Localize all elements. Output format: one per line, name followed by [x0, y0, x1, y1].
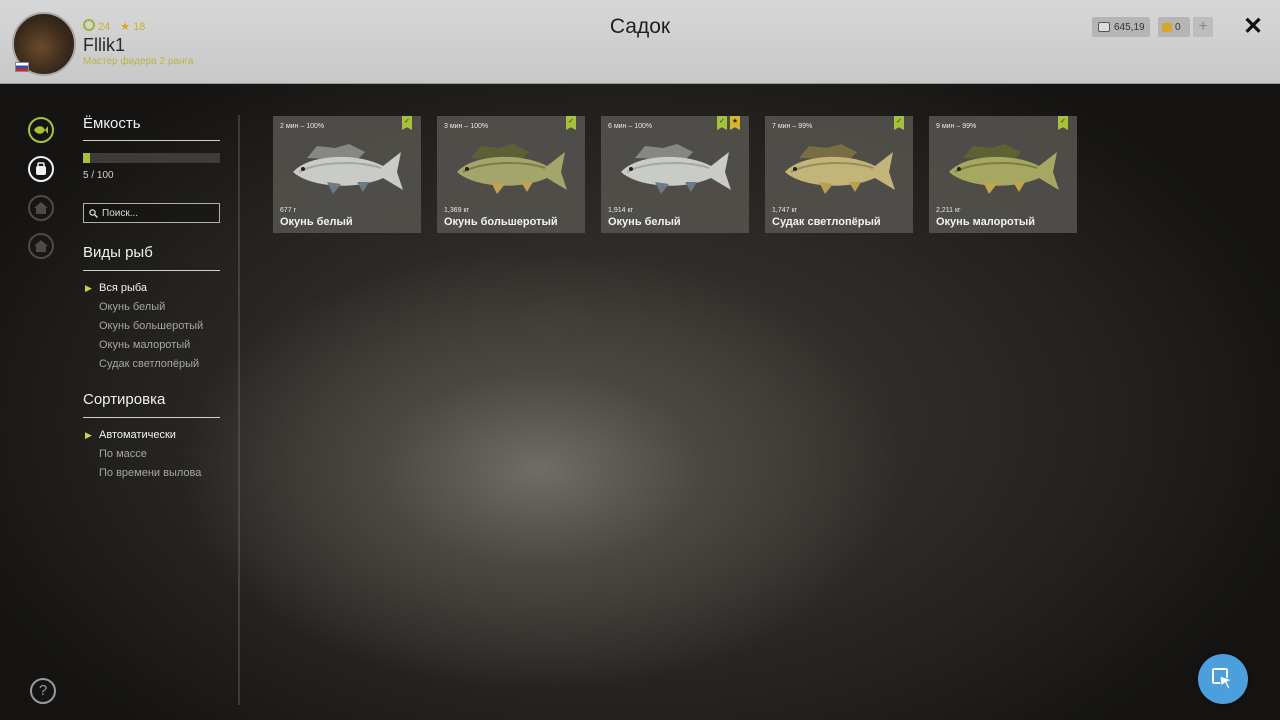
gold-coin-icon: [1162, 22, 1172, 32]
species-item-label: Вся рыба: [99, 282, 148, 294]
fish-badges: ✓ ★: [717, 116, 740, 130]
fish-weight: 1,914 кг: [608, 207, 634, 214]
catch-time: 6 мин – 100%: [608, 123, 653, 130]
species-item[interactable]: Окунь большеротый: [83, 317, 233, 336]
fish-card[interactable]: 3 мин – 100% ✓ 1,369 кг Окунь большеротый: [437, 116, 585, 233]
search-icon: [89, 208, 98, 218]
fish-badges: ✓: [566, 116, 576, 130]
home-icon[interactable]: [28, 195, 54, 221]
fish-weight: 677 г: [280, 207, 297, 214]
star-badge-icon: ★: [730, 116, 740, 130]
divider: [83, 270, 220, 271]
fish-weight: 1,747 кг: [772, 207, 798, 214]
top-bar: 24 ★ 18 Fllik1 Мастер фидера 2 ранга Садо…: [0, 0, 1280, 84]
fish-name: Окунь белый: [280, 216, 353, 228]
sorting-item[interactable]: ▶ Автоматически: [83, 426, 233, 445]
fish-badges: ✓: [894, 116, 904, 130]
search-input[interactable]: [102, 207, 212, 219]
species-title: Виды рыб: [83, 244, 153, 261]
fish-name: Окунь большеротый: [444, 216, 558, 228]
fish-name: Окунь белый: [608, 216, 681, 228]
capacity-bar-fill: [83, 153, 90, 163]
check-badge-icon: ✓: [566, 116, 576, 130]
species-list: ▶ Вся рыба Окунь белый Окунь большеротый Оку…: [83, 279, 233, 374]
add-currency-button[interactable]: +: [1193, 17, 1213, 37]
silver-balance: 645,19: [1092, 17, 1150, 37]
fish-image: [621, 144, 731, 194]
fish-badges: ✓: [402, 116, 412, 130]
home-icon[interactable]: [28, 233, 54, 259]
selected-arrow-icon: ▶: [85, 283, 92, 293]
close-button[interactable]: ✕: [1240, 14, 1266, 40]
check-badge-icon: ✓: [717, 116, 727, 130]
fish-card[interactable]: 7 мин – 99% ✓ 1,747 кг Судак светлопёрый: [765, 116, 913, 233]
fish-weight: 2,211 кг: [936, 207, 961, 214]
sorting-item-label: Автоматически: [99, 429, 176, 441]
sorting-title: Сортировка: [83, 391, 166, 408]
catch-time: 9 мин – 99%: [936, 123, 977, 130]
sorting-item[interactable]: По времени вылова: [83, 464, 233, 483]
capacity-text: 5 / 100: [83, 170, 114, 181]
fish-card[interactable]: 6 мин – 100% ✓ ★ 1,914 кг Окунь белый: [601, 116, 749, 233]
species-item-label: Окунь малоротый: [99, 339, 191, 351]
fish-card[interactable]: 9 мин – 99% ✓ 2,211 кг Окунь малоротый: [929, 116, 1077, 233]
species-item[interactable]: ▶ Вся рыба: [83, 279, 233, 298]
catch-time: 3 мин – 100%: [444, 123, 489, 130]
fish-image: [293, 144, 403, 194]
panel-divider: [238, 115, 240, 705]
divider: [83, 140, 220, 141]
species-item-label: Судак светлопёрый: [99, 358, 200, 370]
selected-arrow-icon: ▶: [85, 430, 92, 440]
fish-image: [785, 144, 895, 194]
species-item-label: Окунь белый: [99, 301, 166, 313]
gold-balance: 0: [1158, 17, 1190, 37]
search-field[interactable]: [83, 203, 220, 223]
fish-icon[interactable]: [28, 117, 54, 143]
fish-name: Окунь малоротый: [936, 216, 1036, 228]
species-item[interactable]: Окунь малоротый: [83, 336, 233, 355]
page-title: Садок: [609, 15, 671, 38]
help-button[interactable]: ?: [30, 678, 56, 704]
sorting-list: ▶ Автоматически По массе По времени вылова: [83, 426, 233, 483]
catch-time: 2 мин – 100%: [280, 123, 325, 130]
flag-icon: [15, 62, 29, 72]
cursor-icon: [1212, 668, 1234, 690]
fish-image: [949, 144, 1059, 194]
species-item-label: Окунь большеротый: [99, 320, 204, 332]
capacity-title: Ёмкость: [83, 115, 141, 132]
catch-time: 7 мин – 99%: [772, 123, 813, 130]
fish-badges: ✓: [1058, 116, 1068, 130]
sorting-item-label: По времени вылова: [99, 467, 202, 479]
check-badge-icon: ✓: [1058, 116, 1068, 130]
bag-icon[interactable]: [28, 156, 54, 182]
fish-card[interactable]: 2 мин – 100% ✓ 677 г Окунь белый: [273, 116, 421, 233]
divider: [83, 417, 220, 418]
sorting-item[interactable]: По массе: [83, 445, 233, 464]
fish-name: Судак светлопёрый: [772, 216, 881, 228]
species-item[interactable]: Окунь белый: [83, 298, 233, 317]
fish-weight: 1,369 кг: [444, 207, 470, 214]
sorting-item-label: По массе: [99, 448, 147, 460]
check-badge-icon: ✓: [402, 116, 412, 130]
cursor-mode-button[interactable]: [1198, 654, 1248, 704]
check-badge-icon: ✓: [894, 116, 904, 130]
silver-coin-icon: [1098, 22, 1110, 32]
capacity-bar: [83, 153, 220, 163]
fish-image: [457, 144, 567, 194]
player-rank: Мастер фидера 2 ранга: [83, 56, 194, 67]
species-item[interactable]: Судак светлопёрый: [83, 355, 233, 374]
